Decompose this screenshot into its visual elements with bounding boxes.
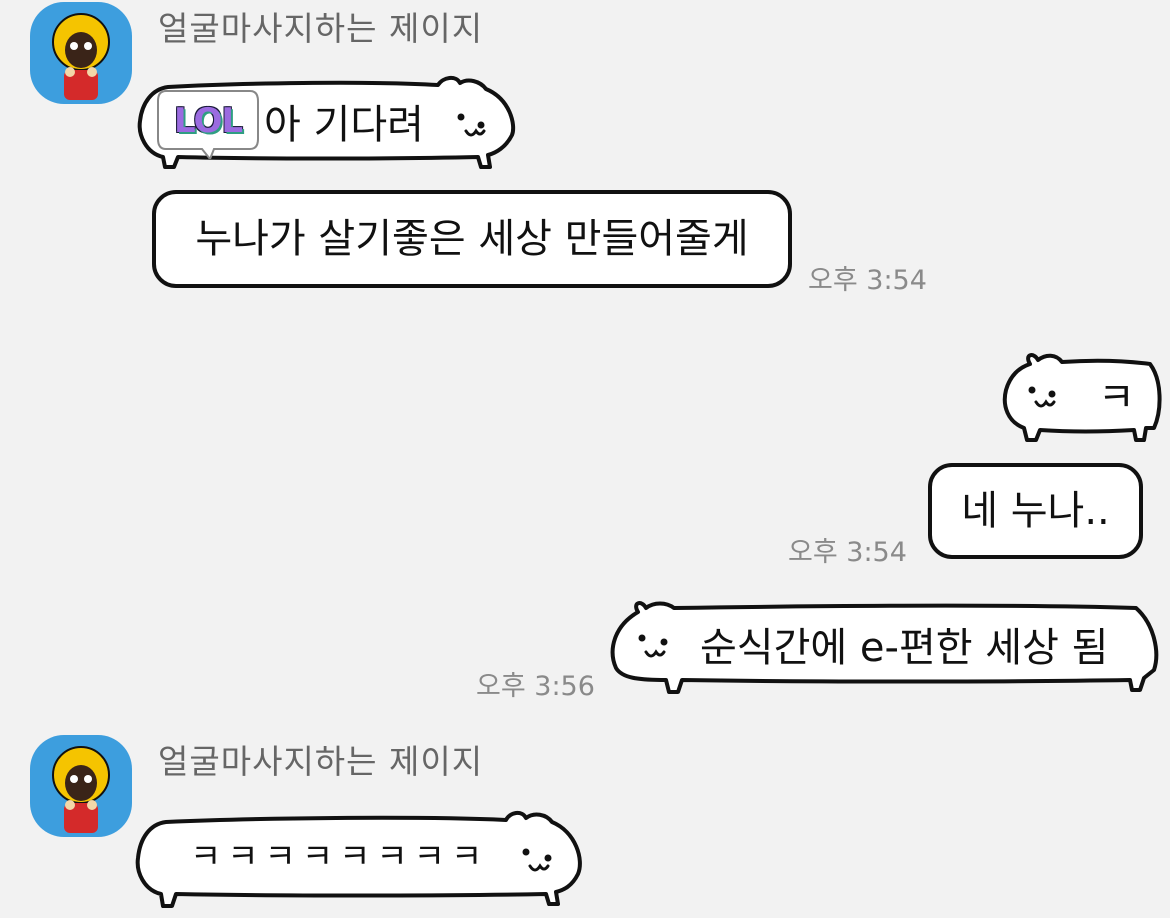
emoticon-message[interactable]: ㅋㅋㅋㅋㅋㅋㅋㅋ xyxy=(135,808,586,912)
message-text: 아 기다려 xyxy=(264,102,424,148)
avatar-character-icon xyxy=(52,746,110,833)
sender-name: 얼굴마사지하는 제이지 xyxy=(158,9,484,48)
message-timestamp: 오후 3:54 xyxy=(808,265,927,296)
avatar-character-icon xyxy=(52,13,110,100)
message-text: ㅋ xyxy=(1098,375,1135,421)
lol-badge-text: LOL xyxy=(173,101,243,141)
message-bubble[interactable]: 누나가 살기좋은 세상 만들어줄게 xyxy=(152,190,792,288)
message-text: 순식간에 e-편한 세상 됨 xyxy=(700,625,1109,671)
emoticon-message[interactable]: 순식간에 e-편한 세상 됨 xyxy=(608,598,1160,696)
message-bubble[interactable]: 네 누나.. xyxy=(928,463,1143,559)
message-text: 네 누나.. xyxy=(961,488,1110,534)
message-timestamp: 오후 3:56 xyxy=(476,671,595,702)
lol-badge: LOL xyxy=(156,87,260,159)
avatar[interactable] xyxy=(30,735,132,837)
bear-emoticon-icon xyxy=(1002,353,1162,442)
avatar[interactable] xyxy=(30,2,132,104)
emoticon-message[interactable]: LOL 아 기다려 xyxy=(137,75,518,175)
emoticon-message[interactable]: ㅋ xyxy=(1000,350,1165,446)
message-text: ㅋㅋㅋㅋㅋㅋㅋㅋ xyxy=(190,837,489,877)
sender-name: 얼굴마사지하는 제이지 xyxy=(158,742,484,781)
message-text: 누나가 살기좋은 세상 만들어줄게 xyxy=(195,216,749,262)
message-timestamp: 오후 3:54 xyxy=(788,537,907,568)
